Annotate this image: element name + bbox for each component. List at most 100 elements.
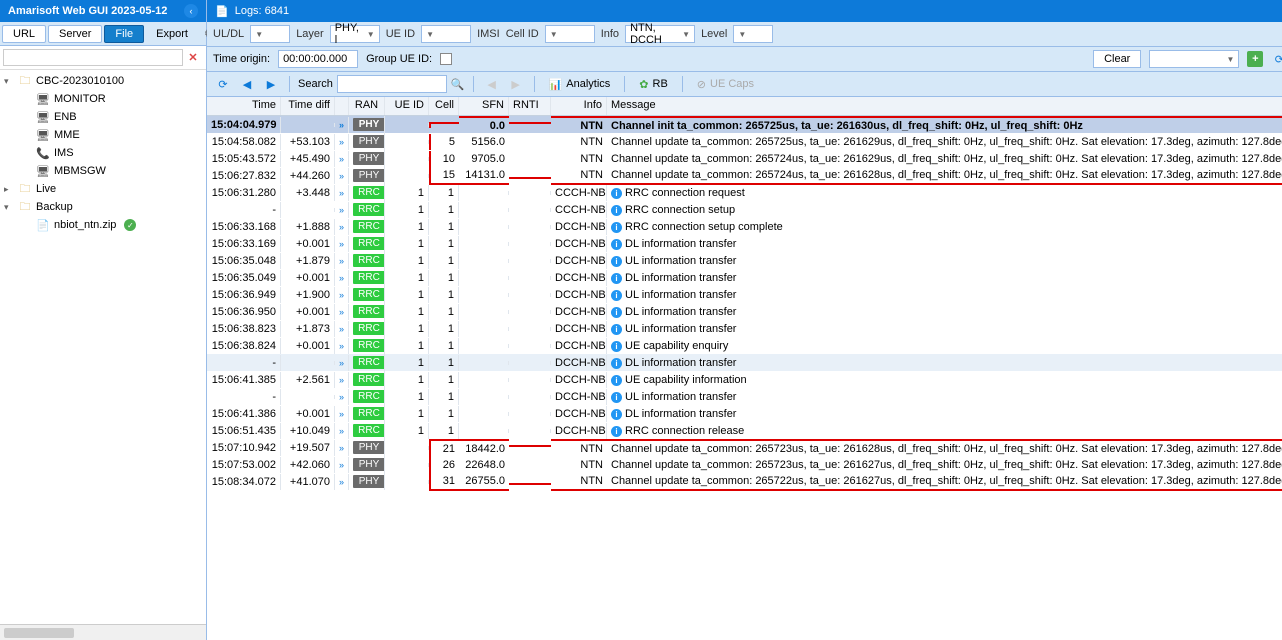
log-row[interactable]: 15:06:33.168+1.888»RRC11DCCH-NBiRRC conn…: [207, 218, 1282, 235]
reload-icon[interactable]: ⟳: [213, 75, 233, 93]
log-row[interactable]: 15:05:43.572+45.490»PHY109705.0NTNChanne…: [207, 150, 1282, 167]
analytics-button[interactable]: 📊Analytics: [543, 76, 617, 93]
log-search-input[interactable]: [337, 75, 447, 93]
tree-node-live[interactable]: ▸ 🗀 Live: [0, 180, 206, 198]
cell-ran: RRC: [349, 218, 385, 235]
group-ueid-checkbox[interactable]: [440, 53, 452, 65]
info-icon: i: [611, 188, 622, 199]
filter-uldl-select[interactable]: ▼: [250, 25, 290, 43]
log-row[interactable]: -»RRC11DCCH-NBiUL information transfer: [207, 388, 1282, 405]
search-prev-icon[interactable]: ◀: [482, 75, 502, 93]
arrow-icon: »: [339, 324, 344, 334]
time-origin-input[interactable]: [278, 50, 358, 68]
col-time[interactable]: Time: [207, 97, 281, 115]
log-row[interactable]: 15:06:51.435+10.049»RRC11DCCH-NBiRRC con…: [207, 422, 1282, 439]
separator: [534, 76, 535, 92]
log-row[interactable]: 15:06:38.824+0.001»RRC11DCCH-NBiUE capab…: [207, 337, 1282, 354]
tree-node-enb[interactable]: 🖥 ENB: [0, 108, 206, 126]
tree-node-monitor[interactable]: 🖥 MONITOR: [0, 90, 206, 108]
col-cell[interactable]: Cell: [429, 97, 459, 115]
cell-time: 15:06:38.824: [207, 338, 281, 354]
filter-layer-select[interactable]: PHY, l▼: [330, 25, 380, 43]
tab-url[interactable]: URL: [2, 25, 46, 43]
log-row[interactable]: 15:04:04.979»PHY0.0NTNChannel init ta_co…: [207, 116, 1282, 133]
cell-sfn: [459, 412, 509, 416]
chevron-right-icon[interactable]: ▸: [4, 184, 14, 195]
cell-cell: 10: [429, 151, 459, 167]
cell-time: -: [207, 389, 281, 405]
chevron-down-icon[interactable]: ▾: [4, 76, 14, 87]
scrollbar-thumb[interactable]: [4, 628, 74, 638]
nav-forward-icon[interactable]: ▶: [261, 75, 281, 93]
col-ran[interactable]: RAN: [349, 97, 385, 115]
binoculars-icon[interactable]: 🔍: [451, 78, 465, 91]
log-row[interactable]: 15:06:27.832+44.260»PHY1514131.0NTNChann…: [207, 167, 1282, 184]
col-dir[interactable]: [335, 97, 349, 115]
log-row[interactable]: 15:06:35.049+0.001»RRC11DCCH-NBiDL infor…: [207, 269, 1282, 286]
collapse-sidebar-button[interactable]: ‹: [184, 4, 198, 18]
export-button[interactable]: Export: [146, 26, 198, 42]
add-button[interactable]: +: [1247, 51, 1263, 67]
log-row[interactable]: 15:08:34.072+41.070»PHY3126755.0NTNChann…: [207, 473, 1282, 490]
filter-ueid-select[interactable]: ▼: [421, 25, 471, 43]
arrow-icon: »: [339, 256, 344, 266]
tree-node-backup[interactable]: ▾ 🗀 Backup: [0, 198, 206, 216]
chevron-down-icon[interactable]: ▾: [4, 202, 14, 213]
cell-ran: PHY: [349, 167, 385, 184]
clear-button[interactable]: Clear: [1093, 50, 1141, 68]
filter-combo[interactable]: ▼: [1149, 50, 1239, 68]
tree-node-ims[interactable]: 📞 IMS: [0, 144, 206, 162]
col-rnti[interactable]: RNTI: [509, 97, 551, 115]
log-row[interactable]: 15:06:41.385+2.561»RRC11DCCH-NBiUE capab…: [207, 371, 1282, 388]
log-row[interactable]: 15:06:33.169+0.001»RRC11DCCH-NBiDL infor…: [207, 235, 1282, 252]
col-sfn[interactable]: SFN: [459, 97, 509, 115]
rb-button[interactable]: ✿RB: [633, 76, 674, 93]
col-message[interactable]: Message: [607, 97, 1282, 115]
cell-dir: »: [335, 389, 349, 405]
tree-node-mme[interactable]: 🖥 MME: [0, 126, 206, 144]
log-row[interactable]: 15:04:58.082+53.103»PHY55156.0NTNChannel…: [207, 133, 1282, 150]
cell-rnti: [509, 276, 551, 280]
log-row[interactable]: 15:06:41.386+0.001»RRC11DCCH-NBiDL infor…: [207, 405, 1282, 422]
uecaps-button[interactable]: ⊘UE Caps: [691, 76, 760, 93]
cell-ueid: 1: [385, 355, 429, 371]
col-timediff[interactable]: Time diff: [281, 97, 335, 115]
ran-badge: RRC: [353, 305, 385, 318]
tree-node-cbc[interactable]: ▾ 🗀 CBC-2023010100: [0, 72, 206, 90]
tree-node-nbiot[interactable]: 📄 nbiot_ntn.zip ✓: [0, 216, 206, 234]
filter-level-select[interactable]: ▼: [733, 25, 773, 43]
cell-diff: +42.060: [281, 457, 335, 473]
tab-server[interactable]: Server: [48, 25, 102, 43]
clear-search-icon[interactable]: ✕: [183, 49, 203, 66]
refresh-icon[interactable]: ⟳: [1271, 51, 1282, 67]
cell-cell: 26: [429, 457, 459, 473]
log-row[interactable]: 15:06:31.280+3.448»RRC11CCCH-NBiRRC conn…: [207, 184, 1282, 201]
filter-cellid-select[interactable]: ▼: [545, 25, 595, 43]
ran-badge: PHY: [353, 152, 385, 165]
filter-info-select[interactable]: NTN, DCCH▼: [625, 25, 695, 43]
separator: [289, 76, 290, 92]
arrow-icon: »: [339, 307, 344, 317]
cell-time: 15:06:35.049: [207, 270, 281, 286]
search-next-icon[interactable]: ▶: [506, 75, 526, 93]
tree-label: Live: [36, 183, 56, 195]
nav-back-icon[interactable]: ◀: [237, 75, 257, 93]
log-row[interactable]: 15:06:38.823+1.873»RRC11DCCH-NBiUL infor…: [207, 320, 1282, 337]
log-row[interactable]: 15:06:36.950+0.001»RRC11DCCH-NBiDL infor…: [207, 303, 1282, 320]
cell-ran: RRC: [349, 303, 385, 320]
sidebar-search-input[interactable]: [3, 49, 183, 66]
log-row[interactable]: 15:07:53.002+42.060»PHY2622648.0NTNChann…: [207, 456, 1282, 473]
log-row[interactable]: -»RRC11CCCH-NBiRRC connection setup: [207, 201, 1282, 218]
tree-node-mbmsgw[interactable]: 🖥 MBMSGW: [0, 162, 206, 180]
log-row[interactable]: 15:06:35.048+1.879»RRC11DCCH-NBiUL infor…: [207, 252, 1282, 269]
tab-logs[interactable]: Logs: 6841: [235, 5, 289, 17]
col-ueid[interactable]: UE ID: [385, 97, 429, 115]
col-info[interactable]: Info: [551, 97, 607, 115]
log-row[interactable]: -»RRC11DCCH-NBiDL information transfer: [207, 354, 1282, 371]
sidebar-scrollbar[interactable]: [0, 624, 206, 640]
log-row[interactable]: 15:07:10.942+19.507»PHY2118442.0NTNChann…: [207, 439, 1282, 456]
tab-file[interactable]: File: [104, 25, 144, 43]
log-row[interactable]: 15:06:36.949+1.900»RRC11DCCH-NBiUL infor…: [207, 286, 1282, 303]
grid-body[interactable]: 15:04:04.979»PHY0.0NTNChannel init ta_co…: [207, 116, 1282, 640]
cell-dir: »: [335, 202, 349, 218]
